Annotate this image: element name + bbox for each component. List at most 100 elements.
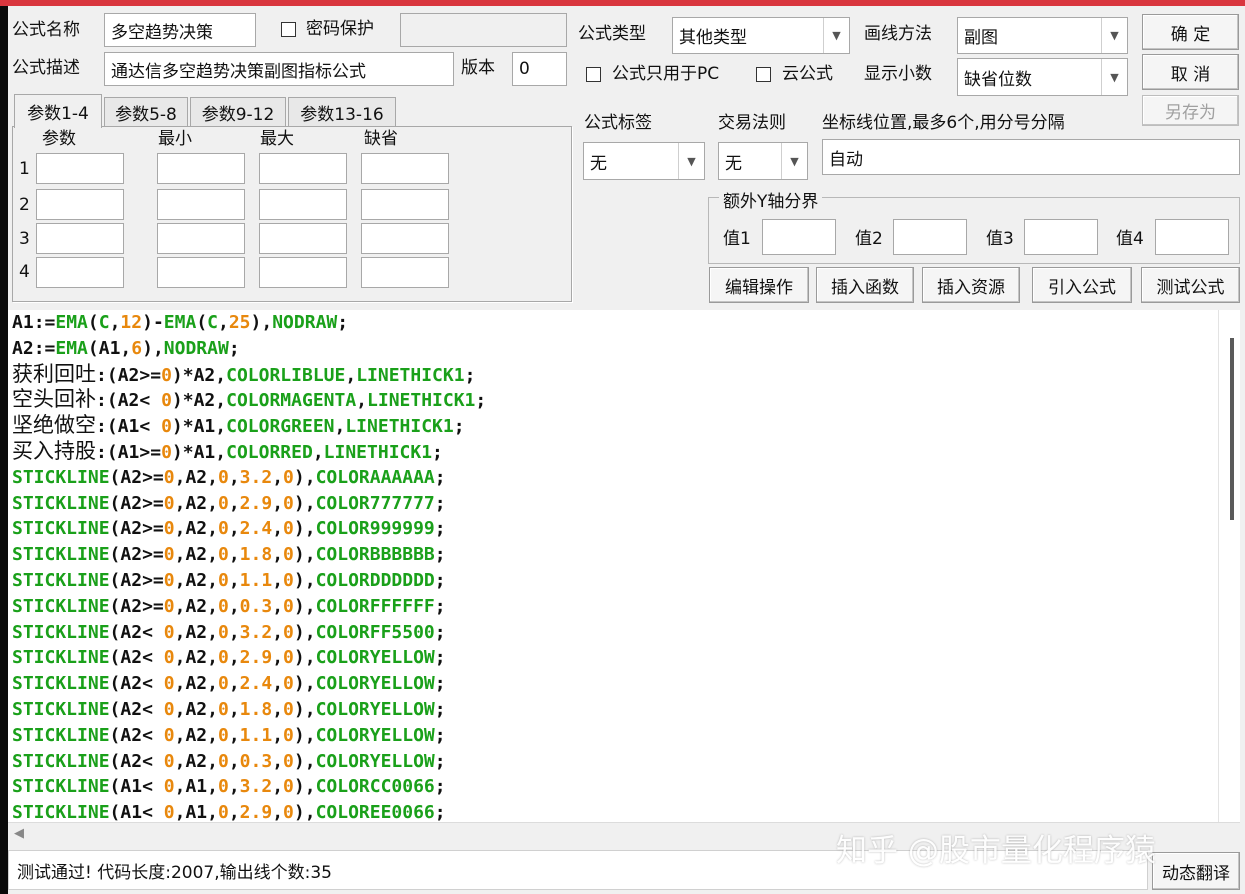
window-top-border	[0, 0, 1245, 6]
code-editor[interactable]: A1:=EMA(C,12)-EMA(C,25),NODRAW; A2:=EMA(A…	[8, 310, 1218, 822]
y-value-2-label: 值2	[855, 229, 883, 249]
y-value-4-label: 值4	[1116, 229, 1144, 249]
dynamic-translate-button[interactable]: 动态翻译	[1152, 852, 1240, 890]
param-1-min-input[interactable]	[157, 153, 245, 184]
background-chart-strip	[0, 6, 8, 894]
formula-desc-input[interactable]: 通达信多空趋势决策副图指标公式	[104, 52, 454, 86]
code-line[interactable]: 坚绝做空:(A1< 0)*A1,COLORGREEN,LINETHICK1;	[8, 413, 1218, 439]
y-value-3-label: 值3	[986, 229, 1014, 249]
chevron-down-icon[interactable]: ▼	[823, 18, 849, 53]
formula-type-select[interactable]: 其他类型 ▼	[672, 17, 850, 54]
decimals-value: 缺省位数	[964, 69, 1032, 90]
cancel-button[interactable]: 取 消	[1142, 54, 1239, 90]
param-2-default-input[interactable]	[361, 189, 449, 220]
trade-rule-select[interactable]: 无 ▼	[718, 142, 808, 180]
import-formula-button[interactable]: 引入公式	[1032, 267, 1132, 303]
trade-rule-label: 交易法则	[718, 113, 786, 133]
draw-method-label: 画线方法	[864, 24, 932, 44]
code-line[interactable]: STICKLINE(A2< 0,A2,0,2.4,0),COLORYELLOW;	[8, 671, 1218, 697]
insert-resource-button[interactable]: 插入资源	[922, 267, 1020, 303]
code-line[interactable]: 空头回补:(A2< 0)*A2,COLORMAGENTA,LINETHICK1;	[8, 387, 1218, 413]
param-1-max-input[interactable]	[259, 153, 347, 184]
code-line[interactable]: STICKLINE(A2>=0,A2,0,2.9,0),COLOR777777;	[8, 491, 1218, 517]
decimals-label: 显示小数	[864, 64, 932, 84]
test-formula-button[interactable]: 测试公式	[1141, 267, 1240, 303]
code-line[interactable]: STICKLINE(A2< 0,A2,0,0.3,0),COLORYELLOW;	[8, 749, 1218, 775]
param-3-default-input[interactable]	[361, 223, 449, 254]
code-line[interactable]: A1:=EMA(C,12)-EMA(C,25),NODRAW;	[8, 310, 1218, 336]
param-row-number: 4	[19, 262, 30, 282]
y-value-4-input[interactable]	[1155, 219, 1229, 255]
insert-function-button[interactable]: 插入函数	[816, 267, 914, 303]
param-row-number: 1	[19, 159, 30, 179]
tab-params-9-12[interactable]: 参数9-12	[190, 97, 286, 127]
code-line[interactable]: STICKLINE(A2>=0,A2,0,0.3,0),COLORFFFFFF;	[8, 594, 1218, 620]
ok-button[interactable]: 确 定	[1142, 14, 1239, 50]
axis-position-label: 坐标线位置,最多6个,用分号分隔	[822, 113, 1065, 133]
y-value-1-input[interactable]	[762, 219, 836, 255]
param-2-max-input[interactable]	[259, 189, 347, 220]
cloud-formula-label: 云公式	[782, 64, 833, 84]
code-line[interactable]: STICKLINE(A2>=0,A2,0,1.8,0),COLORBBBBBB;	[8, 542, 1218, 568]
formula-type-value: 其他类型	[679, 28, 747, 48]
cloud-formula-checkbox[interactable]	[756, 67, 771, 82]
param-3-min-input[interactable]	[157, 223, 245, 254]
param-4-max-input[interactable]	[259, 257, 347, 288]
code-line[interactable]: STICKLINE(A2< 0,A2,0,3.2,0),COLORFF5500;	[8, 620, 1218, 646]
y-value-1-label: 值1	[723, 229, 751, 249]
code-line[interactable]: STICKLINE(A1< 0,A1,0,3.2,0),COLORCC0066;	[8, 774, 1218, 800]
password-label: 密码保护	[306, 19, 374, 39]
code-line[interactable]: A2:=EMA(A1,6),NODRAW;	[8, 336, 1218, 362]
version-input[interactable]: 0	[512, 52, 567, 86]
version-label: 版本	[461, 58, 495, 78]
password-input	[400, 13, 567, 47]
code-line[interactable]: 获利回吐:(A2>=0)*A2,COLORLIBLUE,LINETHICK1;	[8, 362, 1218, 388]
chevron-down-icon[interactable]: ▼	[1101, 18, 1127, 53]
draw-method-select[interactable]: 副图 ▼	[957, 17, 1128, 54]
scroll-left-icon[interactable]: ◀	[14, 826, 24, 841]
formula-desc-label: 公式描述	[12, 58, 80, 78]
tab-params-5-8[interactable]: 参数5-8	[104, 97, 188, 127]
param-1-name-input[interactable]	[36, 153, 124, 184]
param-3-max-input[interactable]	[259, 223, 347, 254]
param-4-min-input[interactable]	[157, 257, 245, 288]
axis-position-input[interactable]: 自动	[822, 139, 1240, 175]
param-4-name-input[interactable]	[36, 257, 124, 288]
param-4-default-input[interactable]	[361, 257, 449, 288]
tab-params-1-4[interactable]: 参数1-4	[14, 94, 102, 128]
code-line[interactable]: STICKLINE(A2>=0,A2,0,2.4,0),COLOR999999;	[8, 516, 1218, 542]
tab-params-13-16[interactable]: 参数13-16	[288, 97, 396, 127]
code-line[interactable]: STICKLINE(A2>=0,A2,0,1.1,0),COLORDDDDDD;	[8, 568, 1218, 594]
code-line[interactable]: STICKLINE(A1< 0,A1,0,2.9,0),COLOREE0066;	[8, 800, 1218, 822]
pc-only-checkbox[interactable]	[586, 67, 601, 82]
code-line[interactable]: 买入持股:(A1>=0)*A1,COLORRED,LINETHICK1;	[8, 439, 1218, 465]
param-header-min: 最小	[158, 129, 192, 149]
formula-tag-label: 公式标签	[584, 113, 652, 133]
chevron-down-icon[interactable]: ▼	[678, 143, 704, 179]
param-3-name-input[interactable]	[36, 223, 124, 254]
vertical-scrollbar[interactable]	[1218, 310, 1240, 822]
param-2-name-input[interactable]	[36, 189, 124, 220]
edit-operations-button[interactable]: 编辑操作	[709, 267, 809, 303]
code-line[interactable]: STICKLINE(A2< 0,A2,0,2.9,0),COLORYELLOW;	[8, 645, 1218, 671]
code-line[interactable]: STICKLINE(A2< 0,A2,0,1.8,0),COLORYELLOW;	[8, 697, 1218, 723]
code-line[interactable]: STICKLINE(A2< 0,A2,0,1.1,0),COLORYELLOW;	[8, 723, 1218, 749]
param-1-default-input[interactable]	[361, 153, 449, 184]
chevron-down-icon[interactable]: ▼	[1101, 59, 1127, 95]
formula-name-input[interactable]: 多空趋势决策	[104, 13, 256, 47]
param-2-min-input[interactable]	[157, 189, 245, 220]
formula-name-label: 公式名称	[12, 20, 80, 40]
decimals-select[interactable]: 缺省位数 ▼	[957, 58, 1128, 96]
y-value-2-input[interactable]	[893, 219, 967, 255]
password-checkbox[interactable]	[281, 22, 296, 37]
param-row-number: 2	[19, 195, 30, 215]
watermark: 知乎 @股市量化程序猿	[836, 833, 1156, 869]
param-row-number: 3	[19, 229, 30, 249]
formula-tag-select[interactable]: 无 ▼	[583, 142, 705, 180]
formula-type-label: 公式类型	[578, 24, 646, 44]
chevron-down-icon[interactable]: ▼	[781, 143, 807, 179]
code-line[interactable]: STICKLINE(A2>=0,A2,0,3.2,0),COLORAAAAAA;	[8, 465, 1218, 491]
y-value-3-input[interactable]	[1024, 219, 1098, 255]
vertical-scrollbar-thumb[interactable]	[1230, 338, 1234, 520]
draw-method-value: 副图	[964, 28, 998, 48]
